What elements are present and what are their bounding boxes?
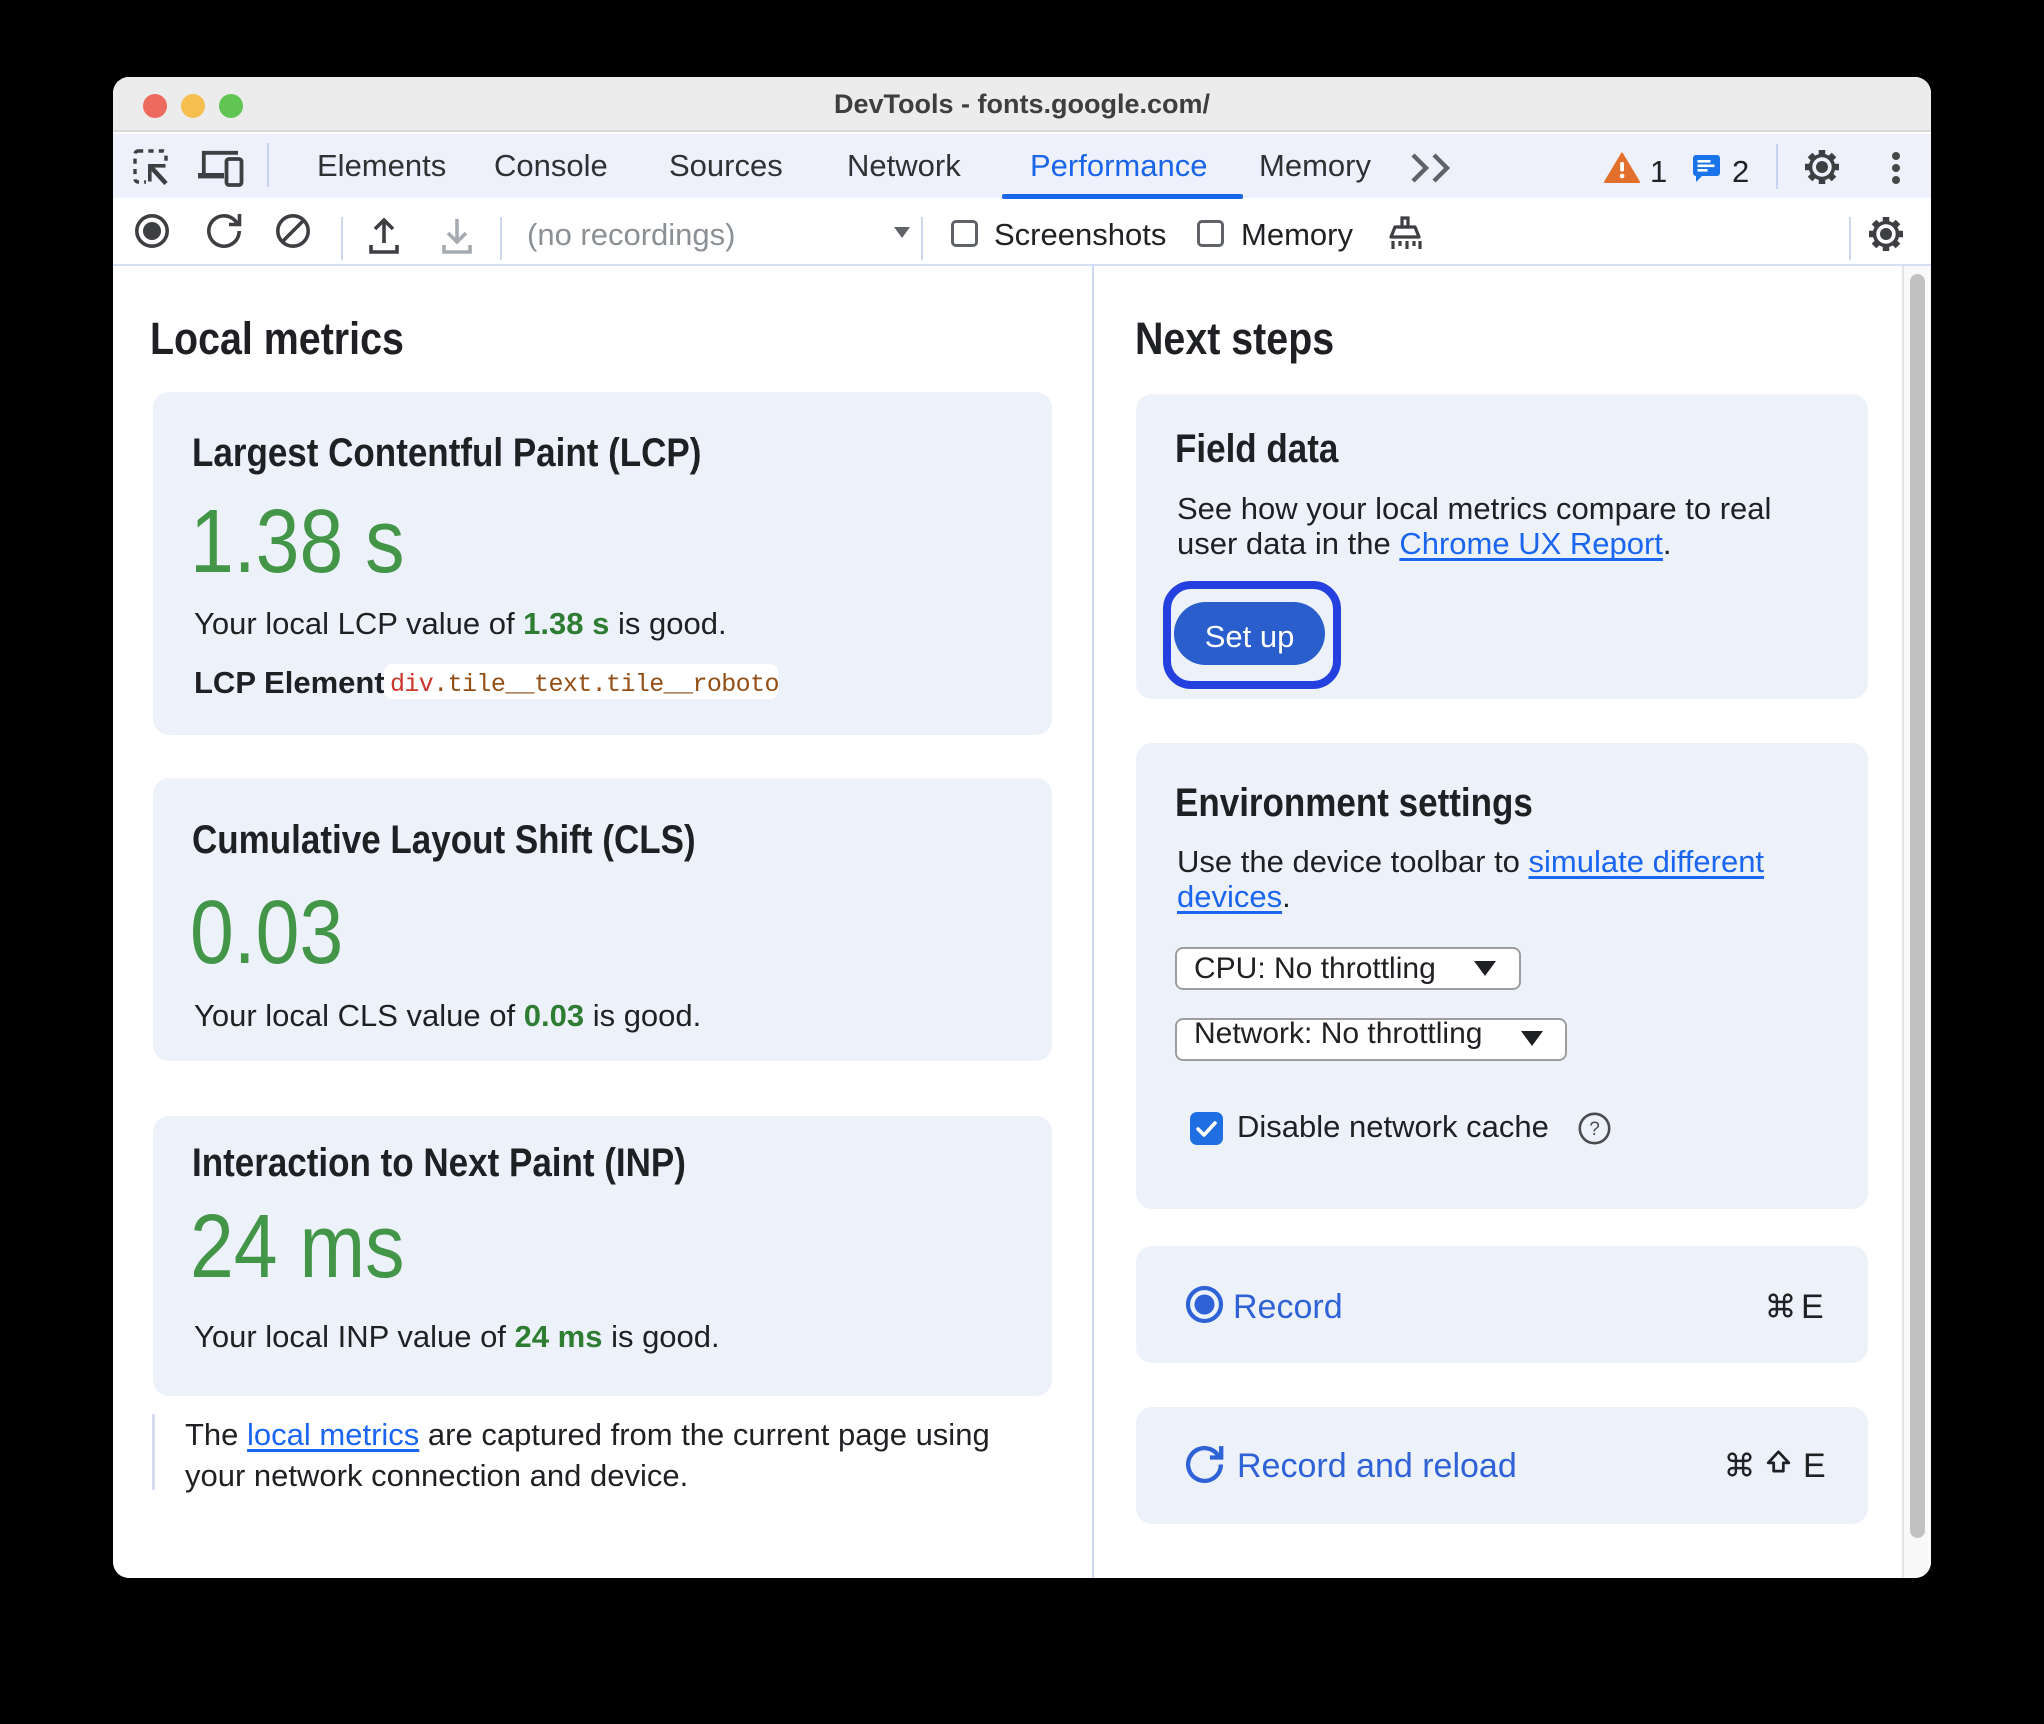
svg-text:?: ? (1589, 1119, 1600, 1140)
